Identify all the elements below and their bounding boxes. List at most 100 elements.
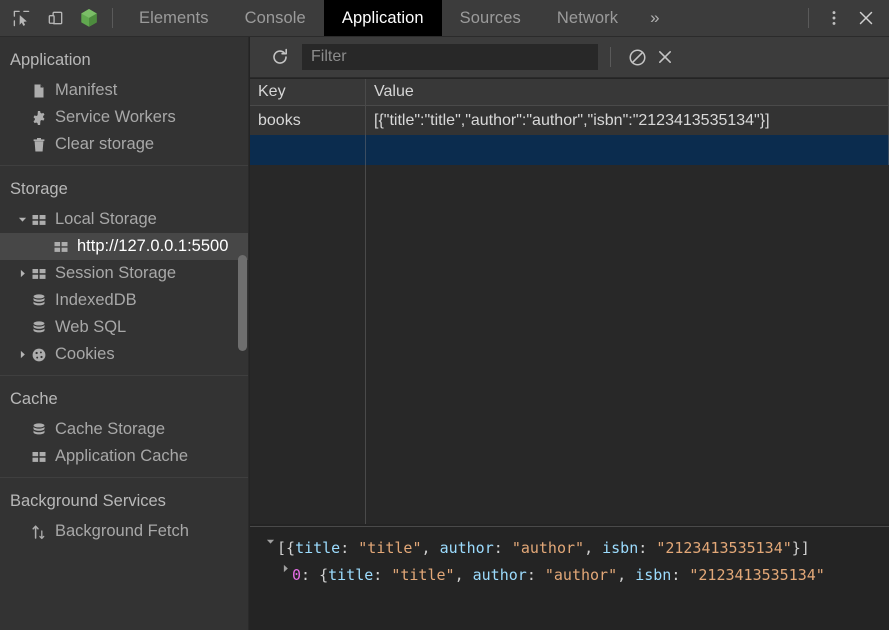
table-grid-icon: [30, 211, 47, 228]
sidebar-scrollbar[interactable]: [238, 255, 247, 351]
sidebar-item-session-storage[interactable]: Session Storage: [0, 260, 248, 287]
kebab-menu-icon[interactable]: [819, 3, 849, 33]
preview-token-key: isbn: [602, 539, 639, 557]
sidebar-item-service-workers[interactable]: Service Workers: [0, 104, 248, 131]
preview-token-key: author: [439, 539, 494, 557]
preview-token-punct: :: [526, 566, 545, 584]
expand-triangle-down-icon[interactable]: [264, 535, 277, 546]
preview-line-root[interactable]: [{title: "title", author: "author", isbn…: [250, 535, 889, 562]
tab-sources[interactable]: Sources: [442, 0, 539, 36]
table-empty-area[interactable]: [250, 165, 889, 524]
tab-console[interactable]: Console: [227, 0, 324, 36]
close-icon[interactable]: [851, 3, 881, 33]
sidebar-item-cache-storage[interactable]: Cache Storage: [0, 416, 248, 443]
column-header-value[interactable]: Value: [366, 79, 889, 105]
preview-root-tokens: [{title: "title", author: "author", isbn…: [277, 535, 810, 562]
tab-label: Network: [556, 8, 619, 27]
panel-tabs: Elements Console Application Sources Net…: [121, 0, 674, 36]
preview-token-punct: ,: [454, 566, 473, 584]
delete-x-icon[interactable]: [651, 43, 679, 71]
tab-label: Elements: [139, 8, 209, 27]
no-entry-clear-icon[interactable]: [623, 43, 651, 71]
column-header-key[interactable]: Key: [250, 79, 366, 105]
trash-icon: [30, 136, 47, 153]
table-cell-key[interactable]: books: [250, 106, 366, 135]
preview-token-punct: :: [638, 539, 657, 557]
sidebar-group: Storage Local Storage http://127.0.0.1:550…: [0, 165, 248, 368]
storage-toolbar: [250, 37, 889, 78]
tab-elements[interactable]: Elements: [121, 0, 227, 36]
toolbar-right-divider: [808, 8, 809, 28]
sidebar-item-label: Clear storage: [55, 135, 155, 153]
toolbar-right-icons: [800, 0, 889, 36]
toolbar-separator: [610, 47, 611, 67]
more-tabs-chevron-icon[interactable]: »: [636, 0, 673, 36]
sidebar-item-clear-storage[interactable]: Clear storage: [0, 131, 248, 158]
table-grid-icon: [30, 448, 47, 465]
preview-token-str: "title": [391, 566, 455, 584]
preview-line-item-0[interactable]: 0: {title: "title", author: "author", is…: [250, 562, 889, 589]
sidebar-item-label: Cache Storage: [55, 420, 166, 438]
device-toolbar-icon[interactable]: [40, 3, 70, 33]
document-icon: [30, 82, 47, 99]
table-cell-key[interactable]: [250, 135, 366, 165]
sidebar-item-label: Manifest: [55, 81, 118, 99]
application-sidebar[interactable]: Application Manifest Service Workers Clear …: [0, 37, 249, 630]
twisty-right-icon[interactable]: [16, 269, 29, 278]
filter-input-wrapper[interactable]: [302, 44, 598, 70]
database-icon: [30, 319, 47, 336]
table-cell-value[interactable]: [{"title":"title","author":"author","isb…: [366, 106, 889, 135]
sidebar-item-local-storage[interactable]: Local Storage: [0, 206, 248, 233]
sidebar-item-label: Background Fetch: [55, 522, 189, 540]
preview-token-key: title: [328, 566, 374, 584]
preview-token-punct: }]: [791, 539, 810, 557]
cookie-icon: [30, 346, 47, 363]
column-header-label: Value: [374, 83, 414, 100]
value-preview-pane[interactable]: [{title: "title", author: "author", isbn…: [250, 526, 889, 630]
preview-token-punct: ,: [617, 566, 636, 584]
tab-label: Sources: [459, 8, 521, 27]
sidebar-item-manifest[interactable]: Manifest: [0, 77, 248, 104]
sidebar-item-application-cache[interactable]: Application Cache: [0, 443, 248, 470]
sidebar-item-background-fetch[interactable]: Background Fetch: [0, 518, 248, 545]
sidebar-item-label: IndexedDB: [55, 291, 137, 309]
twisty-down-icon[interactable]: [16, 215, 29, 224]
sidebar-group: Background Services Background Fetch: [0, 477, 248, 545]
node-cube-icon[interactable]: [74, 3, 104, 33]
empty-value-column: [366, 165, 889, 524]
gear-icon: [30, 109, 47, 126]
filter-input[interactable]: [311, 48, 589, 66]
tab-network[interactable]: Network: [539, 0, 636, 36]
sidebar-item-label: Application Cache: [55, 447, 188, 465]
devtools-tabbar: Elements Console Application Sources Net…: [0, 0, 889, 37]
twisty-right-icon[interactable]: [16, 350, 29, 359]
toolbar-left-icons: [0, 0, 104, 36]
sidebar-item-cookies[interactable]: Cookies: [0, 341, 248, 368]
preview-token-punct: :: [671, 566, 690, 584]
table-row[interactable]: books [{"title":"title","author":"author"…: [250, 106, 889, 135]
preview-token-str: "title": [358, 539, 422, 557]
sidebar-group-title: Cache: [10, 390, 58, 408]
tab-label: Console: [244, 8, 306, 27]
toolbar-divider: [112, 8, 113, 28]
storage-table[interactable]: Key Value books [{"title":"title","author…: [250, 79, 889, 524]
table-grid-icon: [30, 265, 47, 282]
sidebar-item-label: Local Storage: [55, 210, 157, 228]
table-body: books [{"title":"title","author":"author"…: [250, 106, 889, 165]
sidebar-item-http-127-0-0-1-5500[interactable]: http://127.0.0.1:5500: [0, 233, 248, 260]
sidebar-item-web-sql[interactable]: Web SQL: [0, 314, 248, 341]
sidebar-item-indexeddb[interactable]: IndexedDB: [0, 287, 248, 314]
preview-token-key: title: [295, 539, 341, 557]
expand-triangle-right-icon[interactable]: [279, 562, 292, 573]
preview-token-punct: :: [373, 566, 392, 584]
table-row[interactable]: [250, 135, 889, 165]
preview-token-key: author: [472, 566, 527, 584]
sidebar-item-label: Session Storage: [55, 264, 177, 282]
table-cell-value[interactable]: [366, 135, 889, 165]
inspect-cursor-icon[interactable]: [6, 3, 36, 33]
tab-application[interactable]: Application: [323, 0, 442, 36]
refresh-icon[interactable]: [266, 43, 294, 71]
table-header-row: Key Value: [250, 79, 889, 106]
sidebar-item-label: Cookies: [55, 345, 115, 363]
sidebar-item-label: Web SQL: [55, 318, 127, 336]
